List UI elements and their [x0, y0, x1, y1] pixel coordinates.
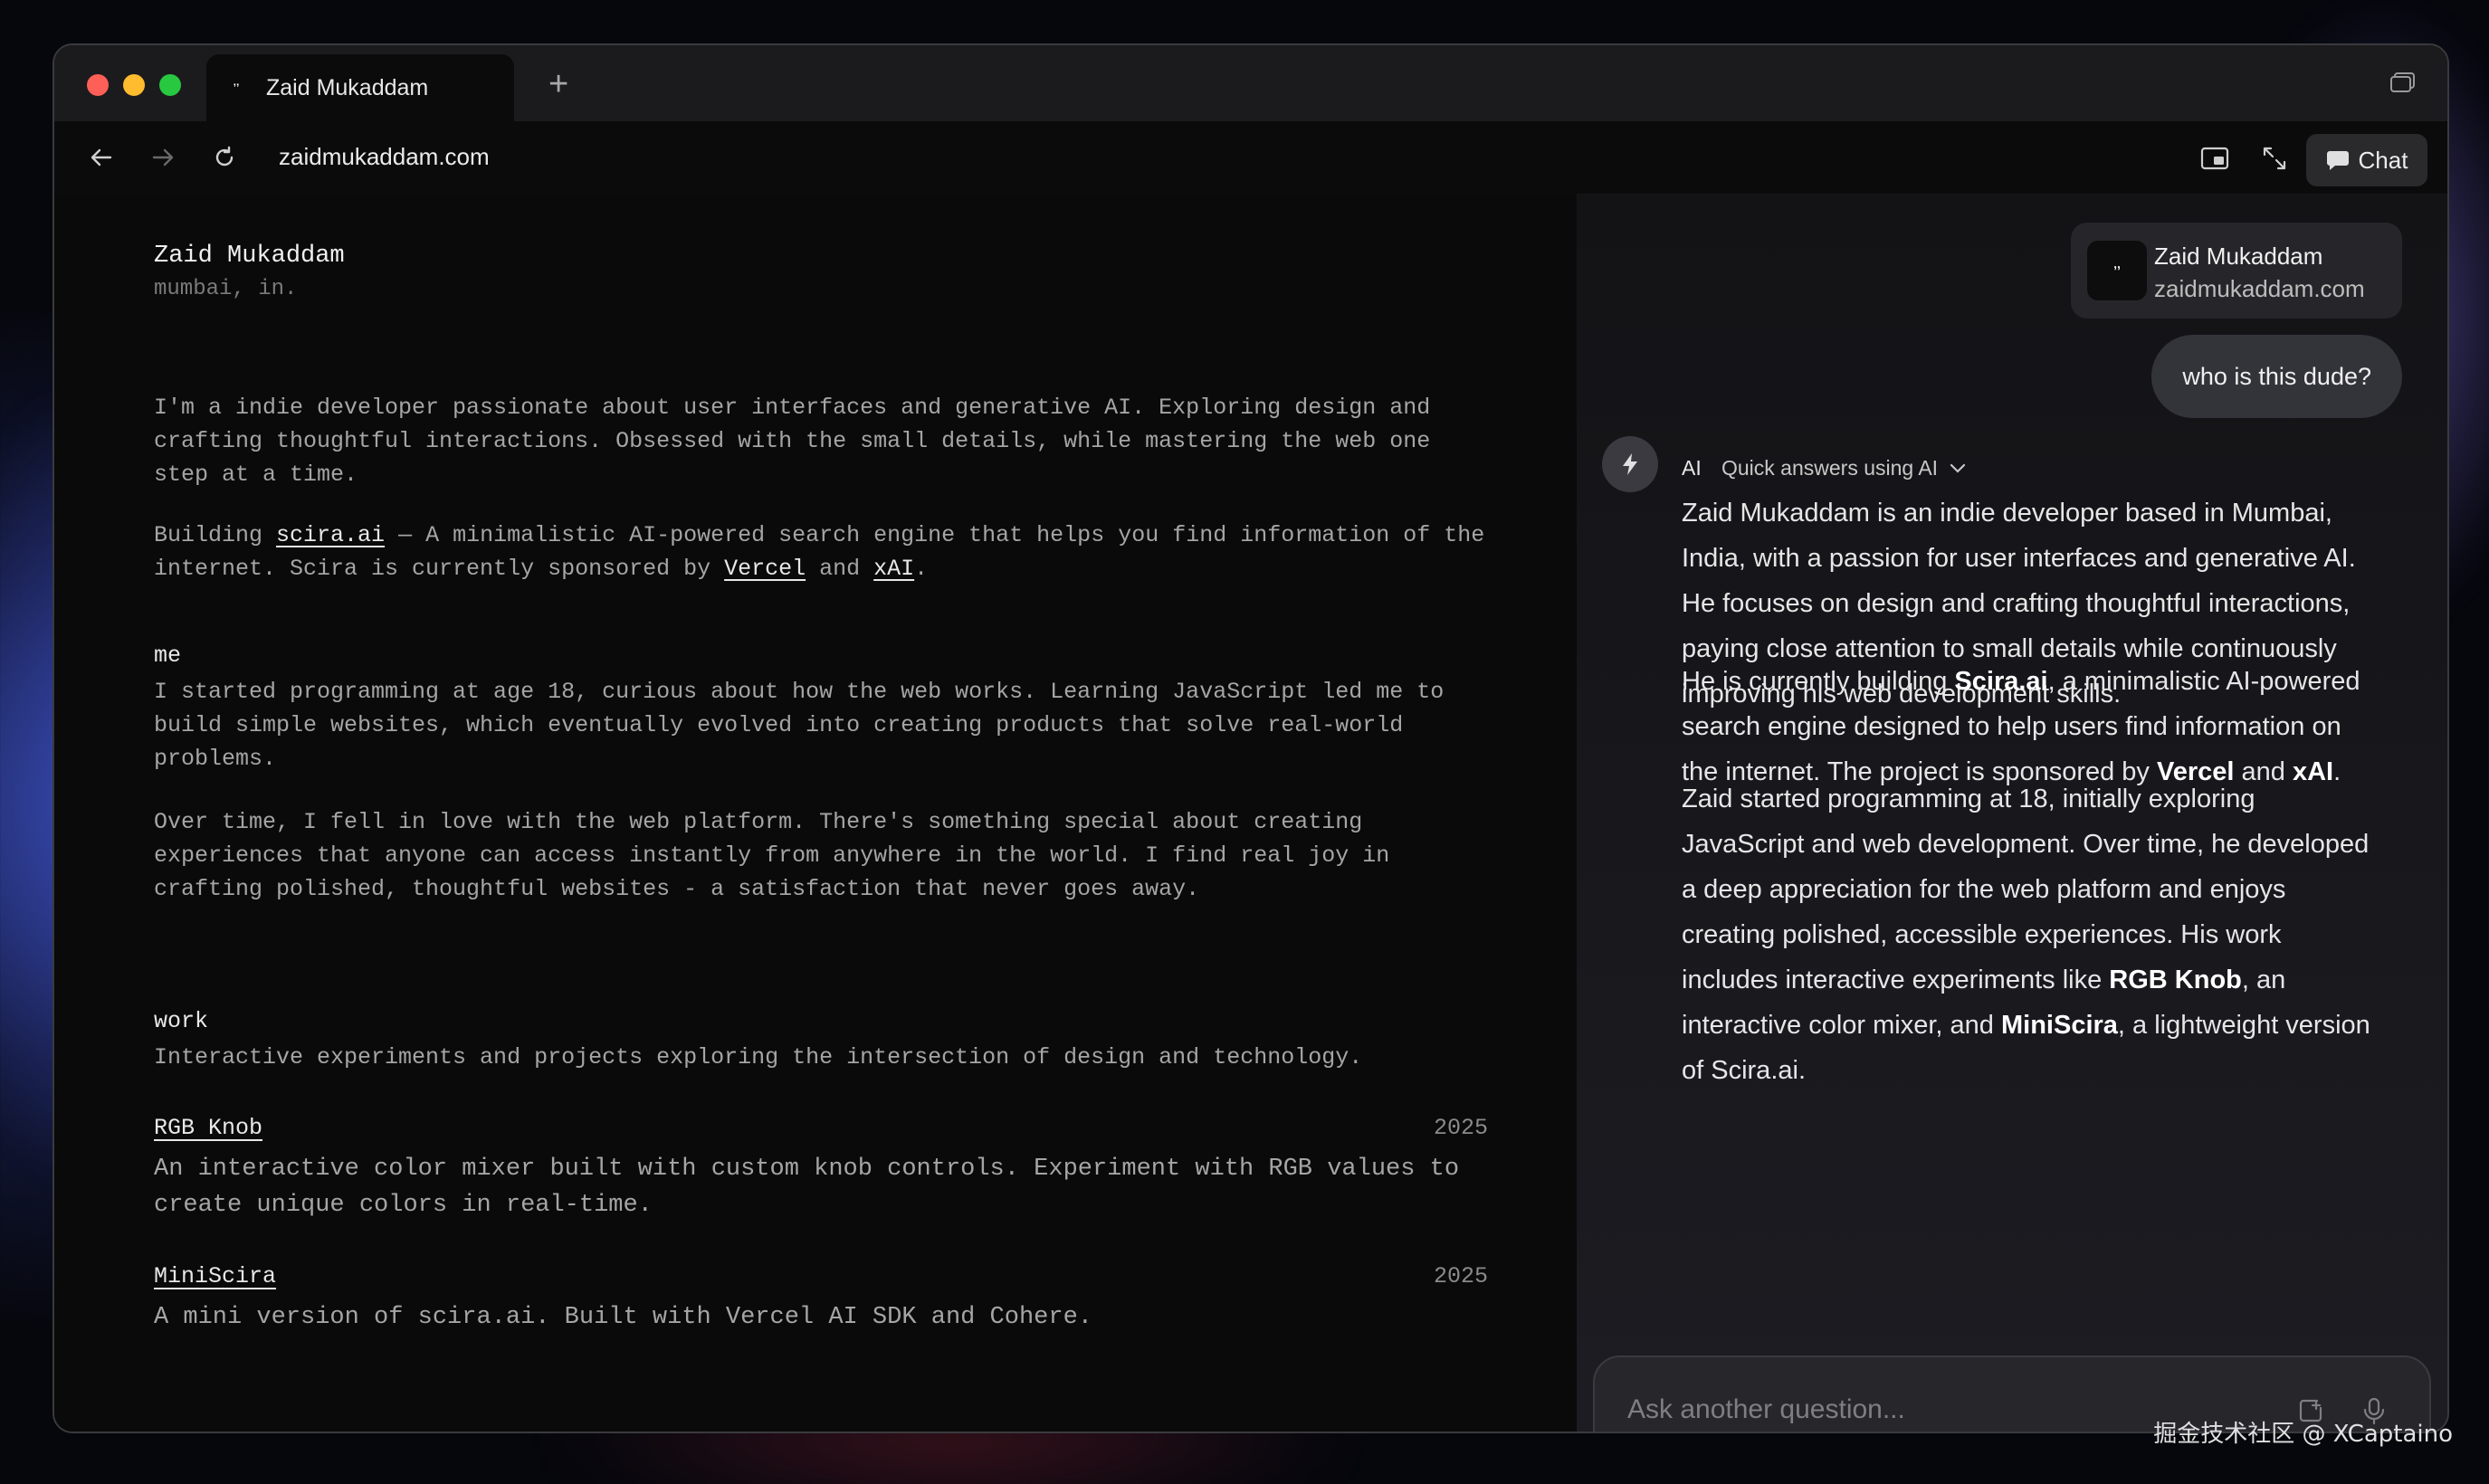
new-tab-button[interactable]: +	[548, 67, 568, 101]
chat-panel: ʼʼ Zaid Mukaddam zaidmukaddam.com who is…	[1577, 194, 2447, 1432]
site-favicon-icon: ʼʼ	[233, 81, 240, 94]
answer-bold: Scira.ai	[1954, 667, 2048, 696]
project-description: A mini version of scira.ai. Built with V…	[154, 1304, 1092, 1331]
tab-overview-icon[interactable]	[2389, 71, 2417, 94]
vercel-link[interactable]: Vercel	[724, 556, 806, 582]
project-year: 2025	[1433, 1263, 1488, 1289]
web-page: Zaid Mukaddam mumbai, in. I'm a indie de…	[54, 194, 1577, 1432]
site-logo-icon: ʼʼ	[2087, 241, 2147, 300]
project-title-link[interactable]: MiniScira	[154, 1263, 276, 1289]
chat-bubble-icon	[2326, 151, 2349, 170]
ai-avatar	[1602, 436, 1658, 492]
reload-button[interactable]	[206, 139, 243, 176]
picture-in-picture-icon[interactable]	[2199, 143, 2230, 174]
project-description: An interactive color mixer built with cu…	[154, 1156, 1460, 1219]
xai-link[interactable]: xAI	[873, 556, 914, 582]
ai-mode-selector[interactable]: Quick answers using AI	[1721, 456, 1967, 480]
tab-title: Zaid Mukaddam	[266, 74, 429, 100]
chevron-down-icon	[1950, 463, 1966, 473]
context-page-name: Zaid Mukaddam	[2154, 243, 2323, 270]
user-message-bubble: who is this dude?	[2151, 335, 2402, 418]
answer-text: He is currently building	[1682, 667, 1955, 696]
building-text: Building	[154, 522, 277, 548]
ai-mode-label: Quick answers using AI	[1721, 456, 1939, 480]
back-button[interactable]	[83, 139, 119, 176]
maximize-window-button[interactable]	[159, 74, 181, 96]
arrow-left-icon	[91, 148, 112, 166]
project-title-link[interactable]: RGB Knob	[154, 1115, 262, 1141]
work-description: Interactive experiments and projects exp…	[154, 1044, 1363, 1070]
page-title: Zaid Mukaddam	[154, 243, 345, 270]
ai-answer-paragraph: He is currently building Scira.ai, a min…	[1682, 659, 2379, 794]
building-text: .	[914, 556, 929, 582]
close-window-button[interactable]	[87, 74, 109, 96]
answer-bold: MiniScira	[2000, 1011, 2118, 1040]
arrow-right-icon	[152, 148, 174, 166]
ai-answer-paragraph: Zaid started programming at 18, initiall…	[1682, 776, 2379, 1319]
building-paragraph: Building scira.ai — A minimalistic AI-po…	[154, 518, 1493, 585]
forward-button[interactable]	[145, 139, 181, 176]
chat-button-label: Chat	[2358, 146, 2408, 174]
tab-bar: ʼʼ Zaid Mukaddam +	[54, 45, 2447, 121]
reload-icon	[215, 146, 234, 166]
ai-label: AI	[1682, 456, 1702, 480]
watermark-text: 掘金技术社区 @ XCaptaino	[2153, 1421, 2453, 1448]
project-year: 2025	[1433, 1115, 1488, 1141]
answer-bold: RGB Knob	[2109, 966, 2242, 994]
browser-window: ʼʼ Zaid Mukaddam + zaidmukaddam.com Chat…	[52, 43, 2449, 1433]
lightning-icon	[1623, 453, 1637, 475]
context-page-url: zaidmukaddam.com	[2154, 275, 2365, 302]
answer-text: Zaid started programming at 18, initiall…	[1682, 785, 2370, 994]
scira-link[interactable]: scira.ai	[276, 522, 385, 548]
tab-zaid-mukaddam[interactable]: ʼʼ Zaid Mukaddam	[206, 54, 514, 121]
intro-paragraph: I'm a indie developer passionate about u…	[154, 395, 1431, 488]
building-text: and	[806, 556, 874, 582]
chat-button[interactable]: Chat	[2306, 134, 2427, 186]
address-toolbar: zaidmukaddam.com Chat	[54, 121, 2447, 194]
minimize-window-button[interactable]	[123, 74, 145, 96]
page-context-card[interactable]: ʼʼ Zaid Mukaddam zaidmukaddam.com	[2071, 223, 2402, 319]
me-paragraph-1: I started programming at age 18, curious…	[154, 679, 1445, 772]
section-heading-work: work	[154, 1008, 209, 1034]
expand-icon[interactable]	[2259, 143, 2290, 174]
url-field[interactable]: zaidmukaddam.com	[279, 143, 490, 171]
location-text: mumbai, in.	[154, 277, 298, 301]
section-heading-me: me	[154, 642, 182, 669]
me-paragraph-2: Over time, I fell in love with the web p…	[154, 809, 1390, 902]
